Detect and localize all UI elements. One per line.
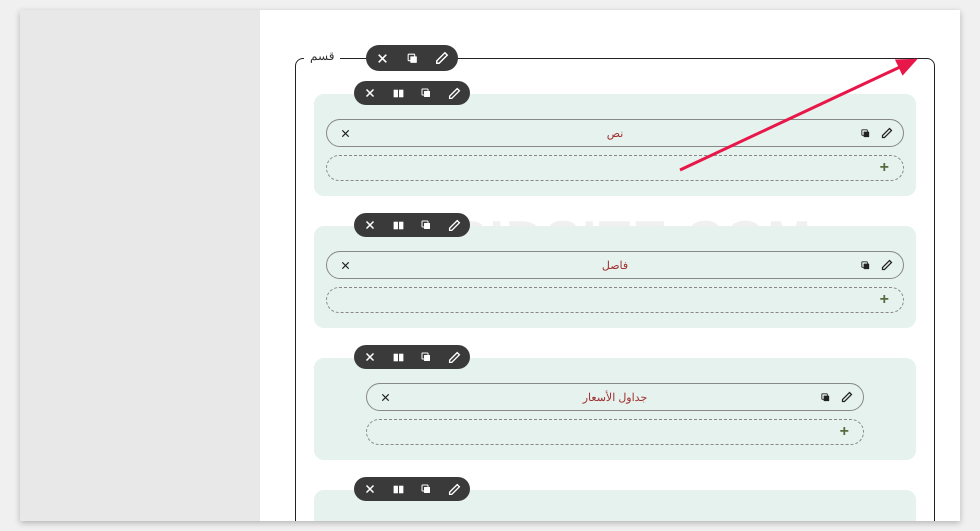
copy-icon[interactable] bbox=[416, 479, 436, 499]
block-partial bbox=[314, 490, 916, 521]
block-toolbar bbox=[354, 213, 470, 237]
block-toolbar bbox=[354, 345, 470, 369]
edit-icon[interactable] bbox=[839, 389, 855, 405]
edit-icon[interactable] bbox=[444, 347, 464, 367]
block-pricing-tables: جداول الأسعار + bbox=[314, 358, 916, 460]
editor-canvas: ORIDSITE.COM قسم bbox=[260, 10, 960, 521]
block-toolbar bbox=[354, 81, 470, 105]
copy-icon[interactable] bbox=[857, 257, 873, 273]
content-label: فاصل bbox=[602, 259, 628, 272]
add-content-row[interactable]: + bbox=[366, 419, 864, 445]
content-label: نص bbox=[607, 127, 624, 140]
block-text: نص + bbox=[314, 94, 916, 196]
plus-icon: + bbox=[880, 291, 889, 309]
close-icon[interactable] bbox=[360, 479, 380, 499]
edit-icon[interactable] bbox=[444, 215, 464, 235]
edit-icon[interactable] bbox=[432, 48, 452, 68]
edit-icon[interactable] bbox=[444, 83, 464, 103]
copy-icon[interactable] bbox=[857, 125, 873, 141]
close-icon[interactable] bbox=[337, 257, 353, 273]
app-frame: ORIDSITE.COM قسم bbox=[20, 10, 960, 521]
close-icon[interactable] bbox=[372, 48, 392, 68]
add-content-row[interactable]: + bbox=[326, 287, 904, 313]
content-item[interactable]: فاصل bbox=[326, 251, 904, 279]
edit-icon[interactable] bbox=[444, 479, 464, 499]
columns-icon[interactable] bbox=[388, 83, 408, 103]
blocks-list: نص + bbox=[296, 94, 934, 521]
columns-icon[interactable] bbox=[388, 347, 408, 367]
copy-icon[interactable] bbox=[817, 389, 833, 405]
copy-icon[interactable] bbox=[416, 347, 436, 367]
content-item[interactable]: نص bbox=[326, 119, 904, 147]
content-label: جداول الأسعار bbox=[583, 391, 648, 404]
edit-icon[interactable] bbox=[879, 257, 895, 273]
plus-icon: + bbox=[880, 159, 889, 177]
section-toolbar bbox=[366, 45, 458, 71]
section-container: قسم bbox=[295, 58, 935, 521]
add-content-row[interactable]: + bbox=[326, 155, 904, 181]
columns-icon[interactable] bbox=[388, 479, 408, 499]
plus-icon: + bbox=[840, 423, 849, 441]
block-toolbar bbox=[354, 477, 470, 501]
content-item[interactable]: جداول الأسعار bbox=[366, 383, 864, 411]
edit-icon[interactable] bbox=[879, 125, 895, 141]
copy-icon[interactable] bbox=[416, 83, 436, 103]
close-icon[interactable] bbox=[377, 389, 393, 405]
block-divider: فاصل + bbox=[314, 226, 916, 328]
copy-icon[interactable] bbox=[416, 215, 436, 235]
close-icon[interactable] bbox=[360, 83, 380, 103]
columns-icon[interactable] bbox=[388, 215, 408, 235]
close-icon[interactable] bbox=[360, 347, 380, 367]
section-legend: قسم bbox=[304, 49, 340, 63]
copy-icon[interactable] bbox=[402, 48, 422, 68]
close-icon[interactable] bbox=[337, 125, 353, 141]
close-icon[interactable] bbox=[360, 215, 380, 235]
